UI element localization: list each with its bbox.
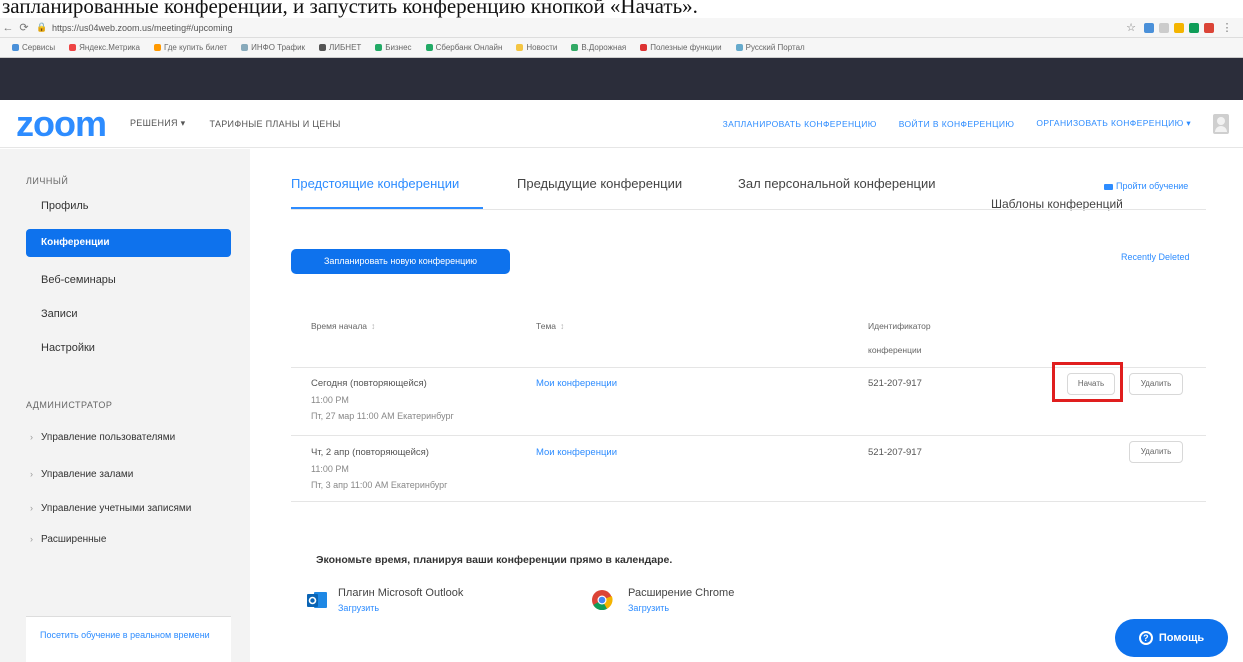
zoom-header: zoom РЕШЕНИЯ ▾ ТАРИФНЫЕ ПЛАНЫ И ЦЕНЫ ЗАП… — [0, 100, 1243, 148]
browser-menu-icon[interactable]: ⋮ — [1219, 21, 1235, 34]
sidebar-item-settings[interactable]: Настройки — [26, 334, 231, 362]
browser-dark-band — [0, 58, 1243, 100]
reload-icon[interactable]: ⟳ — [16, 21, 32, 34]
sidebar-section-personal: ЛИЧНЫЙ — [26, 176, 69, 186]
sort-icon: ↕ — [371, 321, 376, 331]
nav-plans-pricing[interactable]: ТАРИФНЫЕ ПЛАНЫ И ЦЕНЫ — [209, 119, 340, 129]
zoom-logo[interactable]: zoom — [16, 103, 107, 144]
chevron-right-icon: › — [30, 534, 33, 544]
sidebar-item-user-management[interactable]: › Управление пользователями — [30, 432, 175, 443]
bookmark-item[interactable]: Полезные функции — [640, 43, 722, 52]
browser-toolbar: ← ⟳ 🔒 https://us04web.zoom.us/meeting#/u… — [0, 18, 1243, 38]
join-meeting-link[interactable]: ВОЙТИ В КОНФЕРЕНЦИЮ — [899, 119, 1015, 129]
sidebar-item-profile[interactable]: Профиль — [26, 192, 231, 220]
bookmark-item[interactable]: Где купить билет — [153, 43, 227, 52]
extension-icon[interactable] — [1159, 22, 1169, 33]
column-header-meeting-id-line1: Идентификатор — [868, 321, 931, 331]
delete-meeting-button[interactable]: Удалить — [1129, 373, 1183, 395]
extension-icon[interactable] — [1204, 22, 1214, 33]
outlook-plugin-name: Плагин Microsoft Outlook — [338, 587, 464, 599]
meeting-id: 521-207-917 — [868, 378, 922, 389]
meetings-main: Предстоящие конференции Предыдущие конфе… — [251, 149, 1243, 662]
sidebar-item-account-management[interactable]: › Управление учетными записями — [30, 503, 191, 514]
schedule-new-meeting-button[interactable]: Запланировать новую конференцию — [291, 249, 510, 274]
tab-previous-meetings[interactable]: Предыдущие конференции — [517, 176, 682, 191]
sidebar-item-meetings[interactable]: Конференции — [26, 229, 231, 257]
bookmark-item[interactable]: Русский Портал — [735, 43, 805, 52]
chevron-right-icon: › — [30, 503, 33, 513]
bookmark-item[interactable]: Бизнес — [375, 43, 412, 52]
chevron-right-icon: › — [30, 432, 33, 442]
extension-icon[interactable] — [1174, 22, 1184, 33]
bookmark-item[interactable]: В.Дорожная — [571, 43, 626, 52]
column-header-meeting-id-line2: конференции — [868, 345, 922, 355]
sidebar-item-advanced[interactable]: › Расширенные — [30, 534, 106, 545]
sidebar-section-admin: АДМИНИСТРАТОР — [26, 400, 113, 410]
nav-solutions[interactable]: РЕШЕНИЯ ▾ — [130, 118, 185, 129]
sidebar-item-recordings[interactable]: Записи — [26, 300, 231, 328]
calendar-promo-title: Экономьте время, планируя ваши конференц… — [316, 554, 673, 566]
tabs-divider — [291, 209, 1206, 210]
sidebar-item-webinars[interactable]: Веб-семинары — [26, 266, 231, 294]
meeting-topic-link[interactable]: Мои конференции — [536, 445, 617, 461]
tab-personal-meeting-room[interactable]: Зал персональной конференции — [738, 176, 935, 191]
delete-meeting-button[interactable]: Удалить — [1129, 441, 1183, 463]
lock-icon: 🔒 — [36, 22, 48, 32]
user-avatar-icon[interactable] — [1213, 113, 1229, 134]
outlook-icon — [307, 592, 327, 608]
outlook-download-link[interactable]: Загрузить — [338, 603, 379, 613]
sidebar: ЛИЧНЫЙ Профиль Конференции Веб-семинары … — [0, 149, 250, 662]
bookmark-item[interactable]: Сбербанк Онлайн — [425, 43, 502, 52]
recently-deleted-link[interactable]: Recently Deleted — [1121, 252, 1190, 262]
sidebar-item-room-management[interactable]: › Управление залами — [30, 469, 133, 480]
help-button[interactable]: ? Помощь — [1115, 619, 1228, 657]
extension-icon[interactable] — [1144, 22, 1154, 33]
video-camera-icon — [1104, 183, 1113, 190]
column-header-topic[interactable]: Тема ↕ — [536, 321, 564, 331]
table-divider — [291, 435, 1206, 436]
address-bar[interactable]: https://us04web.zoom.us/meeting#/upcomin… — [52, 23, 233, 33]
bookmark-star-icon[interactable]: ☆ — [1123, 21, 1139, 34]
host-meeting-link[interactable]: ОРГАНИЗОВАТЬ КОНФЕРЕНЦИЮ ▾ — [1036, 118, 1191, 129]
chrome-extension-name: Расширение Chrome — [628, 587, 735, 599]
bookmark-item[interactable]: Яндекс.Метрика — [69, 43, 140, 52]
table-divider — [291, 501, 1206, 502]
table-row-start: Чт, 2 апр (повторяющейся) 11:00 PM Пт, 3… — [311, 447, 448, 490]
header-actions: ЗАПЛАНИРОВАТЬ КОНФЕРЕНЦИЮ ВОЙТИ В КОНФЕР… — [723, 113, 1243, 134]
bookmark-item[interactable]: ЛИБНЕТ — [319, 43, 361, 52]
column-header-start-time[interactable]: Время начала ↕ — [311, 321, 375, 331]
extension-icon[interactable] — [1189, 22, 1199, 33]
bookmarks-bar: Сервисы Яндекс.Метрика Где купить билет … — [0, 38, 1243, 58]
training-link[interactable]: Пройти обучение — [1104, 181, 1188, 191]
sort-icon: ↕ — [560, 321, 565, 331]
chrome-download-link[interactable]: Загрузить — [628, 603, 669, 613]
chevron-right-icon: › — [30, 469, 33, 479]
tab-upcoming-meetings[interactable]: Предстоящие конференции — [291, 176, 459, 191]
live-training-link[interactable]: Посетить обучение в реальном времени — [26, 616, 231, 662]
table-row-start: Сегодня (повторяющейся) 11:00 PM Пт, 27 … — [311, 378, 454, 421]
highlight-annotation-box — [1052, 362, 1123, 402]
back-icon[interactable]: ← — [0, 22, 16, 34]
schedule-meeting-link[interactable]: ЗАПЛАНИРОВАТЬ КОНФЕРЕНЦИЮ — [723, 119, 877, 129]
bookmark-item[interactable]: Сервисы — [12, 43, 55, 52]
meeting-id: 521-207-917 — [868, 447, 922, 458]
meeting-topic-link[interactable]: Мои конференции — [536, 376, 617, 392]
question-icon: ? — [1138, 631, 1153, 645]
document-caption: запланированные конференции, и запустить… — [2, 0, 698, 18]
bookmark-item[interactable]: Новости — [516, 43, 557, 52]
bookmark-item[interactable]: ИНФО Трафик — [241, 43, 305, 52]
browser-extensions: ☆ ⋮ — [1123, 21, 1243, 34]
chrome-icon — [592, 590, 613, 611]
